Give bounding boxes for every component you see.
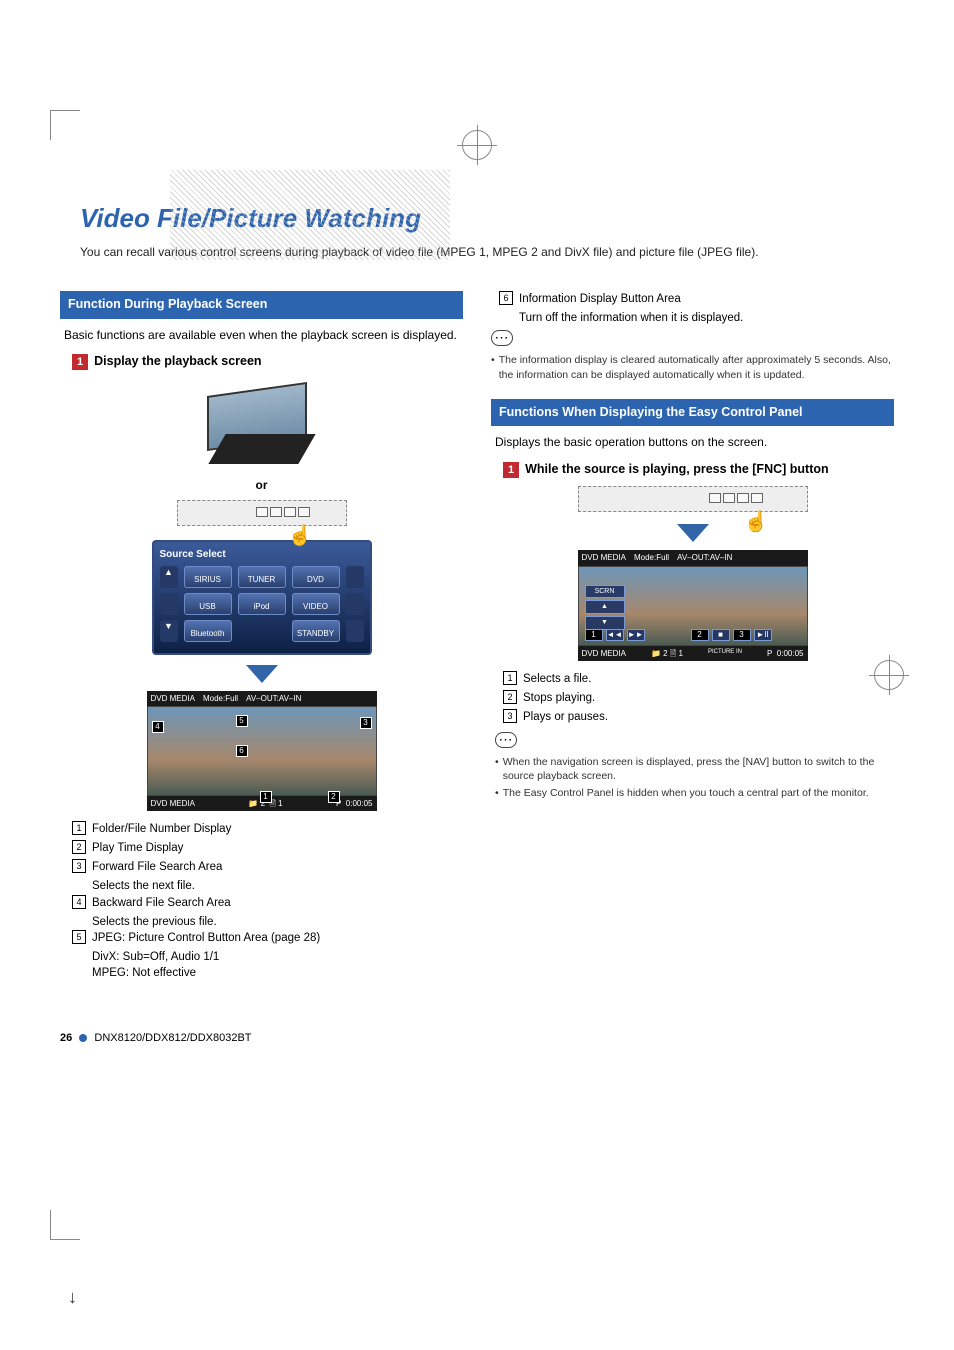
left-step-1: 1 Display the playback screen xyxy=(72,353,459,371)
playback-screen-figure: DVD MEDIA Mode:Full AV–OUT:AV–IN 4 5 3 6… xyxy=(147,691,377,811)
pb-top-source: DVD MEDIA xyxy=(151,693,195,704)
es-top-mode: Mode:Full xyxy=(634,552,669,563)
callout-2: 2 xyxy=(328,791,340,803)
right-section-header: Functions When Displaying the Easy Contr… xyxy=(491,399,894,427)
note-icon xyxy=(491,330,513,346)
callout-3: 3 xyxy=(360,717,372,729)
right-step-1: 1 While the source is playing, press the… xyxy=(503,461,890,479)
down-arrow-icon xyxy=(246,665,278,683)
source-btn-standby[interactable]: STANDBY xyxy=(292,620,340,642)
right-step-1-label: While the source is playing, press the [… xyxy=(525,461,829,479)
footer-models: DNX8120/DDX812/DDX8032BT xyxy=(94,1032,251,1044)
right-desc: Displays the basic operation buttons on … xyxy=(495,434,890,451)
source-btn-bluetooth[interactable]: Bluetooth xyxy=(184,620,232,642)
source-btn-tuner[interactable]: TUNER xyxy=(238,566,286,588)
step-number-badge: 1 xyxy=(72,354,88,370)
right-notes-1: The information display is cleared autom… xyxy=(491,353,894,382)
footer-dot-icon xyxy=(79,1034,87,1042)
right-column: 6Information Display Button Area Turn of… xyxy=(491,291,894,991)
pb-top-mode: Mode:Full xyxy=(203,693,238,704)
down-arrow-icon xyxy=(677,524,709,542)
source-btn-video[interactable]: VIDEO xyxy=(292,593,340,615)
or-label: or xyxy=(64,477,459,494)
page-number: 26 xyxy=(60,1032,72,1044)
continuation-arrow-icon: ↓ xyxy=(68,1285,77,1310)
source-side-right-3[interactable] xyxy=(346,620,364,642)
note-icon xyxy=(495,732,517,748)
left-callout-list: 1Folder/File Number Display 2Play Time D… xyxy=(72,821,459,981)
easy-bottom-controls[interactable]: 1 ◄◄ ►► 2 ■ 3 ►II xyxy=(585,629,772,641)
decorative-hatching xyxy=(170,170,450,260)
callout-4: 4 xyxy=(152,721,164,733)
source-select-screen: Source Select ▲ SIRIUS TUNER DVD USB iPo… xyxy=(152,540,372,655)
left-section-header: Function During Playback Screen xyxy=(60,291,463,319)
front-panel-strip-2 xyxy=(578,486,808,512)
page-footer: 26 DNX8120/DDX812/DDX8032BT xyxy=(60,1031,894,1046)
source-btn-usb[interactable]: USB xyxy=(184,593,232,615)
source-btn-sirius[interactable]: SIRIUS xyxy=(184,566,232,588)
source-side-left-2[interactable] xyxy=(160,593,178,615)
device-illustration xyxy=(187,379,337,469)
es-top-av: AV–OUT:AV–IN xyxy=(677,552,732,563)
right-callout-list: 1Selects a file. 2Stops playing. 3Plays … xyxy=(503,671,890,725)
left-column: Function During Playback Screen Basic fu… xyxy=(60,291,463,991)
easy-control-figure: DVD MEDIA Mode:Full AV–OUT:AV–IN SCRN ▲ … xyxy=(578,550,808,660)
source-up-icon[interactable]: ▲ xyxy=(160,566,178,588)
easy-side-controls[interactable]: SCRN ▲ ▼ xyxy=(585,585,625,632)
left-step-1-label: Display the playback screen xyxy=(94,353,261,371)
source-side-right-1[interactable] xyxy=(346,566,364,588)
callout-6: 6 xyxy=(236,745,248,757)
source-side-right-2[interactable] xyxy=(346,593,364,615)
source-select-title: Source Select xyxy=(160,548,364,562)
step-number-badge: 1 xyxy=(503,462,519,478)
pb-bottom-source: DVD MEDIA xyxy=(151,798,195,809)
right-notes-2: When the navigation screen is displayed,… xyxy=(495,755,890,801)
es-top-source: DVD MEDIA xyxy=(582,552,626,563)
left-desc: Basic functions are available even when … xyxy=(64,327,459,344)
callout-5: 5 xyxy=(236,715,248,727)
callout-1: 1 xyxy=(260,791,272,803)
front-panel-strip xyxy=(177,500,347,526)
source-btn-dvd[interactable]: DVD xyxy=(292,566,340,588)
pb-top-av: AV–OUT:AV–IN xyxy=(246,693,301,704)
source-btn-ipod[interactable]: iPod xyxy=(238,593,286,615)
source-down-icon[interactable]: ▼ xyxy=(160,620,178,642)
